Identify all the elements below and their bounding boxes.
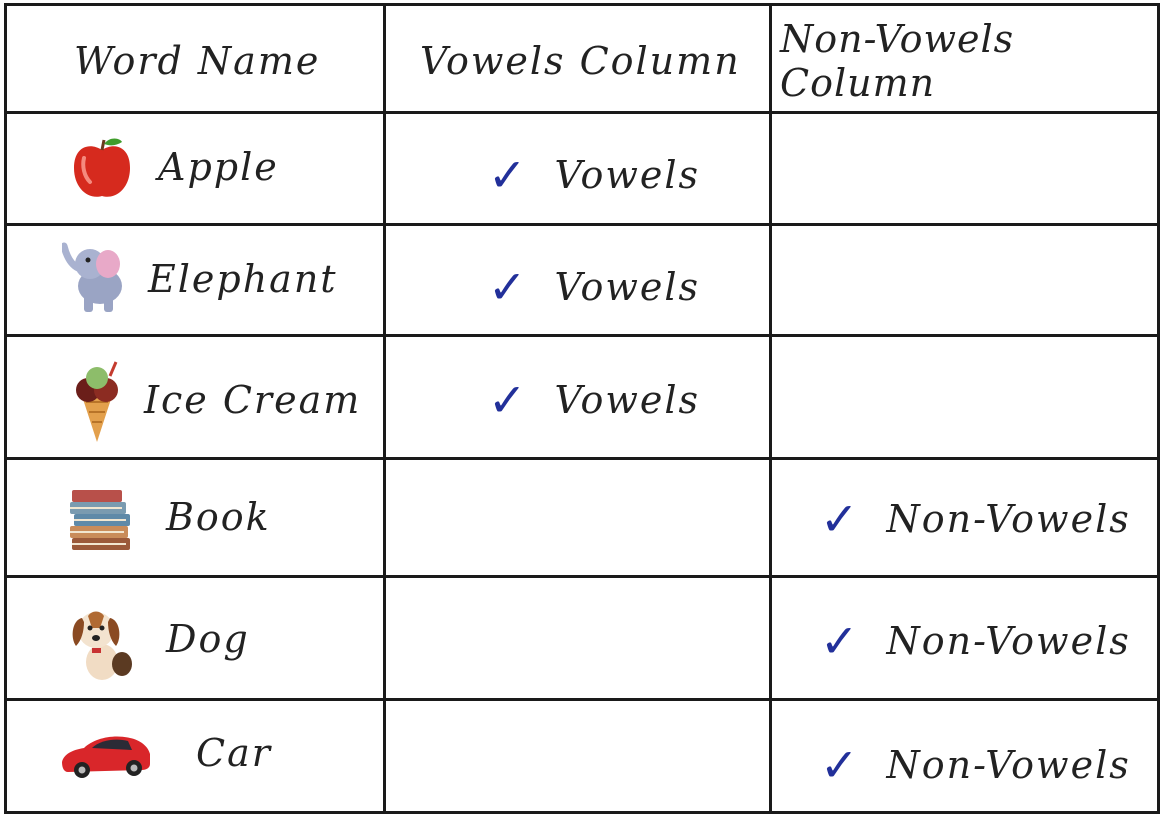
ice-cream-icon <box>70 360 124 444</box>
table-border-bottom <box>4 811 1160 814</box>
dog-icon <box>66 604 134 684</box>
word-elephant: Elephant <box>148 257 338 301</box>
word-car: Car <box>196 731 272 775</box>
table-border-top <box>4 3 1160 6</box>
header-vowels-column: Vowels Column <box>420 39 741 83</box>
word-ice-cream: Ice Cream <box>144 378 362 422</box>
header-non-vowels-column: Non-Vowels Column <box>780 17 1015 105</box>
mark-label: Vowels <box>554 378 701 422</box>
word-book: Book <box>166 495 271 539</box>
mark-label: Non-Vowels <box>886 497 1131 541</box>
column-divider <box>769 3 772 814</box>
table-border-right <box>1157 3 1160 814</box>
mark-label: Vowels <box>554 153 701 197</box>
word-dog: Dog <box>166 617 250 661</box>
row-divider <box>4 457 1160 460</box>
books-icon <box>66 486 134 554</box>
vowels-mark: ✓ Vowels <box>488 262 700 312</box>
check-icon: ✓ <box>488 148 529 202</box>
row-divider <box>4 223 1160 226</box>
row-divider <box>4 575 1160 578</box>
non-vowels-mark: ✓ Non-Vowels <box>820 616 1131 666</box>
row-divider <box>4 698 1160 701</box>
table-border-left <box>4 3 7 814</box>
mark-label: Non-Vowels <box>886 743 1131 787</box>
row-divider <box>4 111 1160 114</box>
elephant-icon <box>62 240 130 314</box>
check-icon: ✓ <box>820 738 861 792</box>
check-icon: ✓ <box>820 614 861 668</box>
apple-icon <box>70 136 134 202</box>
word-apple: Apple <box>158 145 279 189</box>
non-vowels-mark: ✓ Non-Vowels <box>820 740 1131 790</box>
check-icon: ✓ <box>820 492 861 546</box>
mark-label: Non-Vowels <box>886 619 1131 663</box>
mark-label: Vowels <box>554 265 701 309</box>
column-divider <box>383 3 386 814</box>
non-vowels-mark: ✓ Non-Vowels <box>820 494 1131 544</box>
vowels-mark: ✓ Vowels <box>488 375 700 425</box>
row-divider <box>4 334 1160 337</box>
header-word-name: Word Name <box>74 39 321 83</box>
check-icon: ✓ <box>488 373 529 427</box>
vowels-mark: ✓ Vowels <box>488 150 700 200</box>
check-icon: ✓ <box>488 260 529 314</box>
car-icon <box>58 728 154 780</box>
